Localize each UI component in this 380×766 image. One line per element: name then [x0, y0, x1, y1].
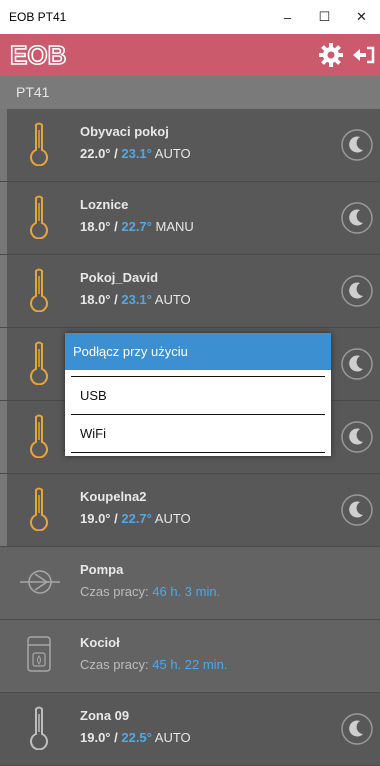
zone-temperatures: 22.0° / 23.1° AUTO [80, 146, 191, 161]
zone-row[interactable]: Obyvaci pokoj 22.0° / 23.1° AUTO [0, 109, 380, 182]
zone-mode: MANU [155, 219, 194, 234]
zone-row[interactable]: Loznice 18.0° / 22.7° MANU [0, 182, 380, 255]
zone-name: Zona 09 [80, 708, 130, 723]
moon-icon[interactable] [340, 128, 374, 162]
actual-temperature: 23.1° [121, 146, 152, 161]
runtime-label: Czas pracy: [80, 657, 153, 672]
boiler-name: Kocioł [80, 635, 120, 650]
zone-name: Loznice [80, 197, 129, 212]
zone-temperatures: 19.0° / 22.5° AUTO [80, 730, 191, 745]
divider [71, 452, 325, 453]
set-temperature: 19.0° [80, 730, 111, 745]
moon-icon[interactable] [340, 201, 374, 235]
zone-name: Pokoj_David [80, 270, 159, 285]
temp-separator: / [110, 146, 122, 161]
zone-row[interactable]: Koupelna2 19.0° / 22.7° AUTO [0, 474, 380, 547]
thermometer-icon [30, 122, 48, 166]
wifi-option[interactable]: WiFi [65, 415, 331, 452]
app-header: EOB [0, 34, 380, 76]
zone-mode: AUTO [154, 146, 191, 161]
moon-icon[interactable] [340, 347, 374, 381]
set-temperature: 18.0° [80, 292, 111, 307]
exit-icon[interactable] [350, 42, 376, 68]
temp-separator: / [110, 219, 122, 234]
boiler-icon [27, 636, 51, 672]
temp-separator: / [110, 292, 122, 307]
temp-separator: / [110, 511, 122, 526]
zone-name: Obyvaci pokoj [80, 124, 169, 139]
actual-temperature: 22.7° [121, 511, 152, 526]
moon-icon[interactable] [340, 420, 374, 454]
set-temperature: 18.0° [80, 219, 111, 234]
usb-option[interactable]: USB [65, 377, 331, 414]
runtime-value: 46 h. 3 min. [152, 584, 221, 599]
zone-row[interactable]: Zona 09 19.0° / 22.5° AUTO [0, 693, 380, 766]
moon-icon[interactable] [340, 493, 374, 527]
set-temperature: 22.0° [80, 146, 111, 161]
device-header: PT41 [0, 76, 380, 109]
temp-separator: / [110, 730, 122, 745]
zone-temperatures: 18.0° / 22.7° MANU [80, 219, 194, 234]
thermometer-icon [30, 195, 48, 239]
zone-name: Koupelna2 [80, 489, 147, 504]
thermometer-icon [30, 414, 48, 458]
connection-dialog: Podłącz przy użyciu USB WiFi [65, 333, 331, 456]
zone-row[interactable]: Pokoj_David 18.0° / 23.1° AUTO [0, 255, 380, 328]
window-titlebar: EOB PT41 – ☐ ✕ [0, 0, 380, 34]
thermometer-icon [30, 706, 48, 750]
eob-logo: EOB [10, 40, 67, 70]
maximize-button[interactable]: ☐ [306, 9, 343, 25]
svg-text:EOB: EOB [10, 40, 66, 70]
thermometer-icon [30, 487, 48, 531]
runtime-value: 45 h. 22 min. [152, 657, 228, 672]
set-temperature: 19.0° [80, 511, 111, 526]
window-title: EOB PT41 [9, 10, 67, 24]
actual-temperature: 23.1° [121, 292, 152, 307]
boiler-runtime: Czas pracy: 45 h. 22 min. [80, 657, 227, 672]
moon-icon[interactable] [340, 712, 374, 746]
thermometer-icon [30, 341, 48, 385]
boiler-row[interactable]: Kocioł Czas pracy: 45 h. 22 min. [0, 620, 380, 693]
zone-temperatures: 19.0° / 22.7° AUTO [80, 511, 191, 526]
dialog-title: Podłącz przy użyciu [65, 333, 331, 370]
pump-icon [20, 570, 60, 594]
zone-mode: AUTO [154, 511, 191, 526]
pump-runtime: Czas pracy: 46 h. 3 min. [80, 584, 220, 599]
zone-mode: AUTO [154, 730, 191, 745]
close-button[interactable]: ✕ [343, 9, 380, 25]
moon-icon[interactable] [340, 274, 374, 308]
pump-name: Pompa [80, 562, 124, 577]
device-name: PT41 [16, 84, 50, 100]
thermometer-icon [30, 268, 48, 312]
pump-row[interactable]: Pompa Czas pracy: 46 h. 3 min. [0, 547, 380, 620]
zone-mode: AUTO [154, 292, 191, 307]
minimize-button[interactable]: – [269, 10, 306, 25]
runtime-label: Czas pracy: [80, 584, 153, 599]
zone-temperatures: 18.0° / 23.1° AUTO [80, 292, 191, 307]
gear-icon[interactable] [318, 42, 344, 68]
actual-temperature: 22.7° [121, 219, 152, 234]
actual-temperature: 22.5° [121, 730, 152, 745]
